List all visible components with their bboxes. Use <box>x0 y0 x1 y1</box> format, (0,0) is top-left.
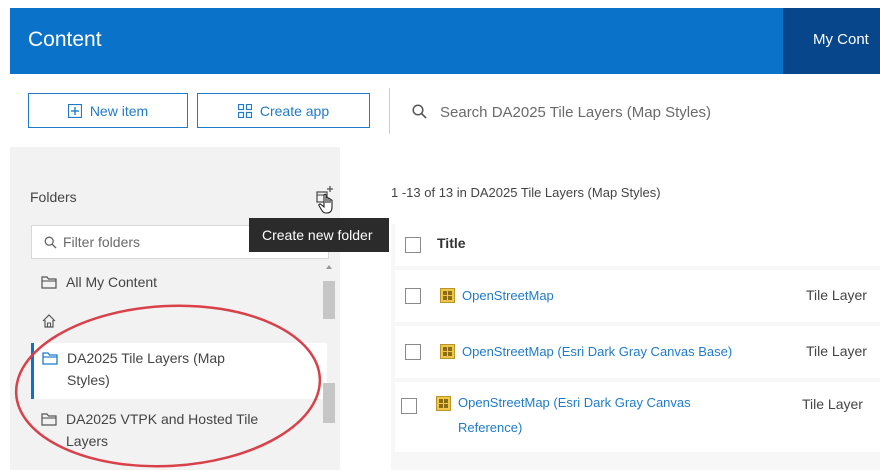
items-table: Title OpenStreetMap Tile Layer OpenStree… <box>391 224 880 470</box>
toolbar-divider <box>389 88 390 134</box>
column-header-title[interactable]: Title <box>437 235 466 251</box>
new-item-label: New item <box>89 102 149 119</box>
table-header-row: Title <box>395 224 880 266</box>
search-icon <box>412 104 427 119</box>
folder-scrollbar[interactable] <box>323 263 335 463</box>
item-type: Tile Layer <box>802 396 863 412</box>
scroll-up-arrow[interactable] <box>326 265 332 269</box>
folder-item-all-my-content[interactable]: All My Content <box>31 271 327 293</box>
folder-open-icon <box>42 352 58 365</box>
folder-label: DA2025 VTPK and Hosted Tile Layers <box>66 411 259 449</box>
create-folder-tooltip: Create new folder <box>249 218 389 252</box>
item-title-link[interactable]: OpenStreetMap (Esri Dark Gray Canvas Ref… <box>458 390 758 440</box>
folder-item-da2025-tile-layers[interactable]: DA2025 Tile Layers (Map Styles) <box>31 343 327 399</box>
row-checkbox[interactable] <box>405 288 421 304</box>
table-row: OpenStreetMap Tile Layer <box>395 270 880 322</box>
content-page: Content My Cont New item Create app Sear… <box>0 0 880 470</box>
apps-grid-icon <box>237 103 252 118</box>
create-app-button[interactable]: Create app <box>197 93 370 128</box>
folder-label: All My Content <box>66 274 158 290</box>
folder-icon <box>41 276 57 289</box>
plus-square-icon <box>67 103 82 118</box>
select-all-checkbox[interactable] <box>405 237 421 253</box>
table-row: OpenStreetMap (Esri Dark Gray Canvas Ref… <box>395 382 880 452</box>
tile-layer-icon <box>436 396 451 411</box>
row-checkbox[interactable] <box>405 344 421 360</box>
search-input[interactable] <box>440 99 860 125</box>
folders-sidebar: Folders All My Content <box>10 147 340 470</box>
home-icon <box>42 314 56 328</box>
top-header: Content My Cont <box>10 8 880 74</box>
item-title-link[interactable]: OpenStreetMap <box>462 283 554 308</box>
row-checkbox[interactable] <box>401 398 417 414</box>
item-type: Tile Layer <box>806 287 867 303</box>
folder-label: DA2025 Tile Layers (Map Styles) <box>67 350 225 388</box>
item-type: Tile Layer <box>806 343 867 359</box>
search-icon <box>44 236 57 248</box>
toolbar: New item Create app <box>0 74 880 146</box>
scroll-thumb[interactable] <box>323 281 335 319</box>
folder-item-home[interactable] <box>31 309 327 329</box>
results-count: 1 -13 of 13 in DA2025 Tile Layers (Map S… <box>391 185 661 200</box>
folder-icon <box>41 413 57 426</box>
tile-layer-icon <box>440 344 455 359</box>
item-title-link[interactable]: OpenStreetMap (Esri Dark Gray Canvas Bas… <box>462 339 732 364</box>
folders-title: Folders <box>30 189 77 205</box>
page-title: Content <box>28 28 102 51</box>
folder-list: All My Content DA2025 Tile Layers (Map S… <box>31 263 327 470</box>
folder-item-da2025-vtpk[interactable]: DA2025 VTPK and Hosted Tile Layers <box>31 406 327 452</box>
hand-cursor-icon <box>318 193 333 214</box>
new-item-button[interactable]: New item <box>28 93 188 128</box>
scroll-thumb[interactable] <box>323 383 335 423</box>
create-app-label: Create app <box>259 102 330 119</box>
tile-layer-icon <box>440 288 455 303</box>
table-row: OpenStreetMap (Esri Dark Gray Canvas Bas… <box>395 326 880 378</box>
tab-my-content[interactable]: My Cont <box>783 8 880 74</box>
